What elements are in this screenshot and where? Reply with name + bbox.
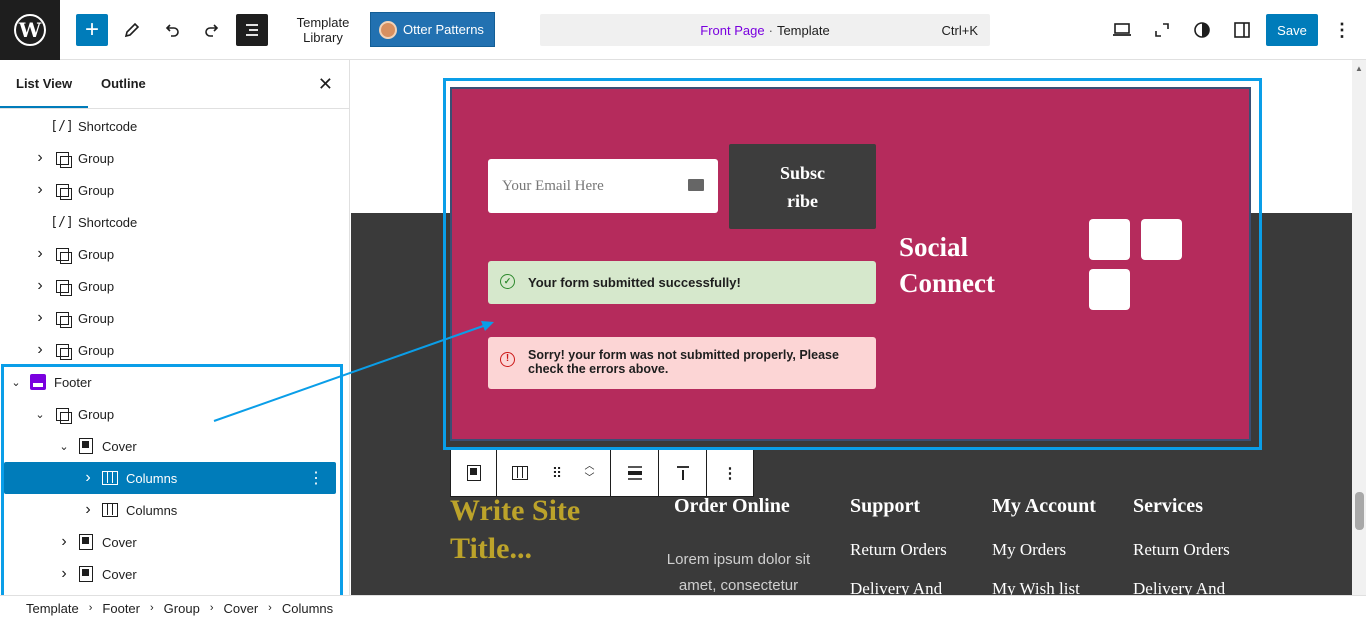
site-editor: W + Template Library Otter Patterns Front…: [0, 0, 1366, 620]
breadcrumb-item[interactable]: Footer: [102, 601, 140, 616]
chevron-right-icon: ›: [150, 602, 154, 614]
chevron-right-icon: ›: [209, 602, 214, 614]
annotation-arrow: [213, 321, 494, 422]
breadcrumb-item[interactable]: Group: [164, 601, 200, 616]
chevron-right-icon: ›: [268, 602, 272, 614]
chevron-right-icon: ›: [88, 602, 93, 614]
block-breadcrumb: Template › Footer › Group › Cover › Columns: [0, 595, 1366, 620]
breadcrumb-item[interactable]: Columns: [282, 601, 333, 616]
breadcrumb-item[interactable]: Cover: [223, 601, 258, 616]
breadcrumb-item[interactable]: Template: [26, 601, 79, 616]
